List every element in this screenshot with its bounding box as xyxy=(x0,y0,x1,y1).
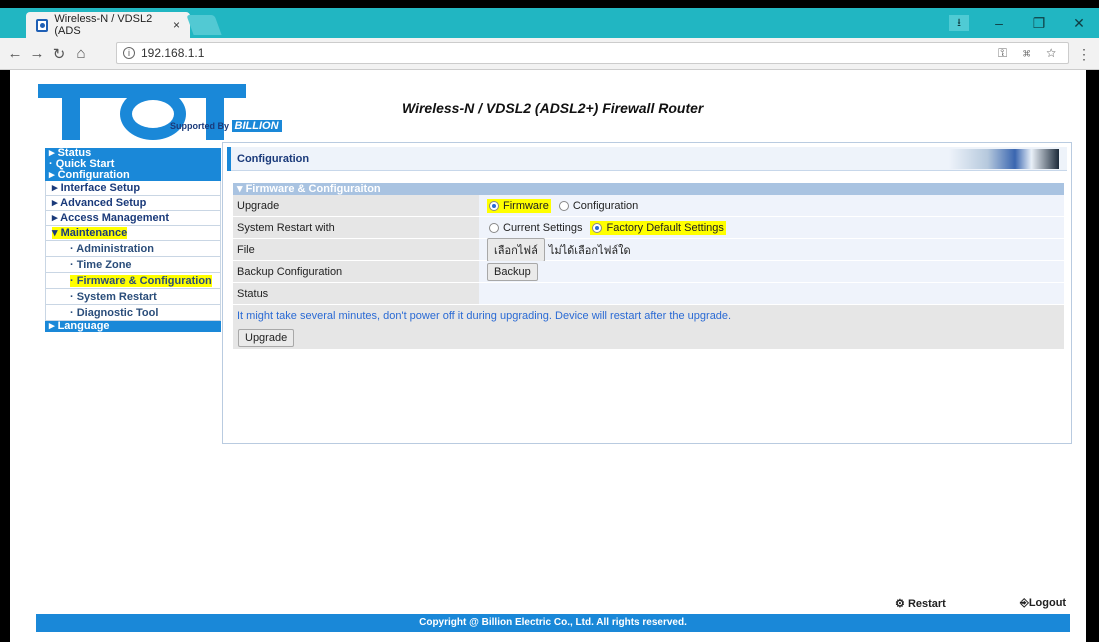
restart-icon: ⚙ xyxy=(895,598,905,610)
logout-icon: ⎆ xyxy=(1020,597,1029,609)
file-picker: เลือกไฟล์ ไม่ได้เลือกไฟล์ใด xyxy=(479,237,1064,262)
current-settings-option[interactable]: Current Settings xyxy=(487,221,584,235)
backup-cell: Backup xyxy=(479,261,1064,282)
main-panel: Configuration ▾ Firmware & Configuraiton… xyxy=(222,142,1072,444)
sidebar: ▸ Status · Quick Start ▸ Configuration ▸… xyxy=(45,148,221,332)
factory-default-option[interactable]: Factory Default Settings xyxy=(590,220,726,235)
restart-row: System Restart with Current Settings Fac… xyxy=(233,217,1064,239)
file-row: File เลือกไฟล์ ไม่ได้เลือกไฟล์ใด xyxy=(233,237,1064,262)
file-status: ไม่ได้เลือกไฟล์ใด xyxy=(548,244,631,257)
supported-by-billion-logo: Supported By BILLION xyxy=(170,120,282,132)
tab-title: Wireless-N / VDSL2 (ADS xyxy=(54,13,153,37)
router-title: Wireless-N / VDSL2 (ADSL2+) Firewall Rou… xyxy=(402,100,704,116)
choose-file-button[interactable]: เลือกไฟล์ xyxy=(487,237,545,262)
forward-icon[interactable]: → xyxy=(26,45,48,62)
maximize-button[interactable]: ❐ xyxy=(1019,15,1059,32)
sidebar-item-interface-setup[interactable]: ▸ Interface Setup xyxy=(45,181,221,196)
firmware-option[interactable]: Firmware xyxy=(487,198,551,213)
restart-label: System Restart with xyxy=(233,217,479,238)
tot-logo xyxy=(38,84,328,146)
browser-tab[interactable]: Wireless-N / VDSL2 (ADS × xyxy=(26,12,190,38)
backup-button[interactable]: Backup xyxy=(487,262,538,281)
router-page: Supported By BILLION Wireless-N / VDSL2 … xyxy=(10,70,1086,642)
url-text: 192.168.1.1 xyxy=(141,46,205,60)
upgrade-button[interactable]: Upgrade xyxy=(238,329,295,347)
menu-kebab-icon[interactable]: ⋮ xyxy=(1077,46,1091,63)
back-icon[interactable]: ← xyxy=(4,45,26,62)
current-settings-radio[interactable] xyxy=(489,222,499,233)
upgrade-row: Upgrade Firmware Configuration xyxy=(233,195,1064,217)
status-value xyxy=(479,283,1064,304)
section-accent xyxy=(227,146,231,171)
upgrade-options: Firmware Configuration xyxy=(479,195,1064,216)
firmware-config-table: ▾ Firmware & Configuraiton Upgrade Firmw… xyxy=(233,183,1064,349)
firmware-configuration-label: · Firmware & Configuration xyxy=(70,275,212,287)
sidebar-item-advanced-setup[interactable]: ▸ Advanced Setup xyxy=(45,196,221,211)
close-window-button[interactable]: ✕ xyxy=(1059,15,1099,32)
configuration-option[interactable]: Configuration xyxy=(557,199,640,213)
restart-options: Current Settings Factory Default Setting… xyxy=(479,217,1064,238)
maintenance-label: ▾ Maintenance xyxy=(52,227,128,239)
tab-close-icon[interactable]: × xyxy=(173,18,180,32)
info-icon[interactable]: i xyxy=(123,47,135,59)
sidebar-item-system-restart[interactable]: · System Restart xyxy=(45,289,221,305)
configuration-radio[interactable] xyxy=(558,200,569,211)
header-banner-image xyxy=(949,149,1059,169)
backup-label: Backup Configuration xyxy=(233,261,479,282)
copyright-footer: Copyright @ Billion Electric Co., Ltd. A… xyxy=(36,614,1070,632)
panel-title[interactable]: ▾ Firmware & Configuraiton xyxy=(233,183,1064,195)
status-label: Status xyxy=(233,283,479,304)
section-header: Configuration xyxy=(227,146,1067,171)
sidebar-item-administration[interactable]: · Administration xyxy=(45,241,221,257)
address-bar[interactable]: i 192.168.1.1 ⚿ ⌘ ☆ xyxy=(116,42,1069,64)
status-row: Status xyxy=(233,283,1064,305)
firmware-radio[interactable] xyxy=(489,200,499,211)
home-icon[interactable]: ⌂ xyxy=(70,45,92,62)
reload-icon[interactable]: ↻ xyxy=(48,45,70,63)
sidebar-item-maintenance[interactable]: ▾ Maintenance xyxy=(45,226,221,241)
sidebar-item-firmware-configuration[interactable]: · Firmware & Configuration xyxy=(45,273,221,289)
browser-navbar: ← → ↻ ⌂ i 192.168.1.1 ⚿ ⌘ ☆ ⋮ xyxy=(0,38,1099,70)
logout-link[interactable]: ⎆Logout xyxy=(1020,597,1066,610)
restart-link[interactable]: ⚙ Restart xyxy=(895,597,946,610)
window-controls: ⭳ – ❐ ✕ xyxy=(949,8,1099,38)
upgrade-button-row: Upgrade xyxy=(233,327,1064,349)
sidebar-item-language[interactable]: ▸ Language xyxy=(45,321,221,332)
file-label: File xyxy=(233,239,479,260)
section-title: Configuration xyxy=(237,152,310,165)
sidebar-item-configuration[interactable]: ▸ Configuration xyxy=(45,170,221,181)
upgrade-label: Upgrade xyxy=(233,195,479,216)
omnibox-icons[interactable]: ⚿ ⌘ ☆ xyxy=(998,46,1062,61)
factory-default-radio[interactable] xyxy=(592,222,603,233)
favicon-icon xyxy=(36,18,49,32)
sidebar-item-access-management[interactable]: ▸ Access Management xyxy=(45,211,221,226)
user-badge-icon[interactable]: ⭳ xyxy=(949,15,969,31)
backup-row: Backup Configuration Backup xyxy=(233,261,1064,283)
upgrade-note: It might take several minutes, don't pow… xyxy=(233,305,1064,327)
sidebar-item-time-zone[interactable]: · Time Zone xyxy=(45,257,221,273)
sidebar-item-diagnostic-tool[interactable]: · Diagnostic Tool xyxy=(45,305,221,321)
minimize-button[interactable]: – xyxy=(979,15,1019,31)
